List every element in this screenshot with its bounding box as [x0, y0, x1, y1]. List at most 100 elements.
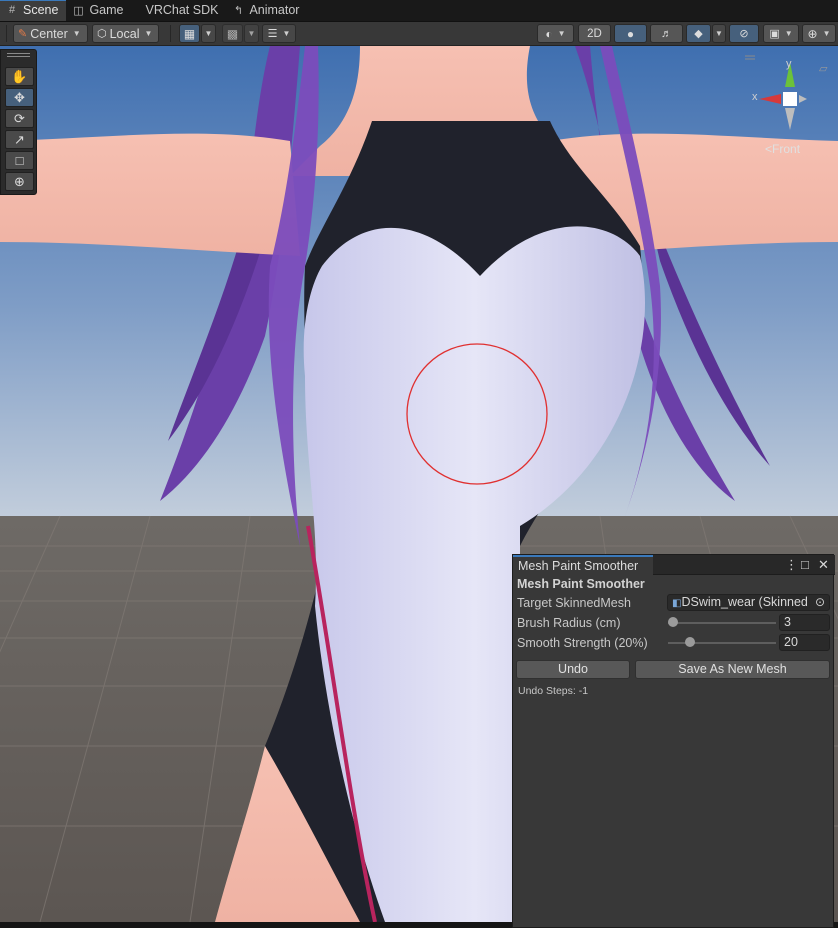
radius-slider-knob[interactable] — [668, 617, 679, 627]
undo-steps-text: Undo Steps: -1 — [518, 685, 589, 697]
object-picker-icon[interactable]: ⊙ — [815, 595, 825, 609]
strength-input[interactable]: 20 — [779, 634, 830, 651]
scene-toolbar: ✎ Center ▼ ⬡ Local ▼ ▦ ▼ ▩ ▼ ☰ ▼ ◐ ▼ 2D … — [0, 22, 838, 46]
increment-snap-icon: ▩ — [226, 26, 239, 41]
lighting-toggle[interactable]: ● — [614, 24, 647, 43]
radius-input[interactable]: 3 — [779, 614, 830, 631]
gizmo-center-cube[interactable] — [783, 92, 797, 106]
target-mesh-value: DSwim_wear (Skinned — [681, 595, 808, 609]
transform-icon: ⊕ — [14, 173, 25, 189]
mute-icon: ♬ — [661, 27, 672, 40]
toolbar-divider — [170, 25, 171, 42]
panel-header: Mesh Paint Smoother — [517, 577, 645, 591]
grid-icon: # — [8, 4, 16, 16]
window-tab[interactable]: Mesh Paint Smoother — [513, 555, 653, 575]
effects-toggle[interactable]: ◆ — [686, 24, 711, 43]
left-arm — [0, 133, 300, 256]
scale-tool-button[interactable]: ↗ — [5, 130, 34, 149]
gizmo-view-text: Front — [772, 142, 801, 156]
tools-palette: ✋ ✥ ⟳ ↗ □ ⊕ — [0, 49, 37, 195]
chevron-down-icon: ▼ — [715, 29, 723, 38]
animator-icon: ↰ — [233, 4, 244, 17]
editor-tab-bar: # Scene ◫ Game VRChat SDK ↰ Animator — [0, 0, 838, 22]
rotate-icon: ⟳ — [14, 110, 25, 126]
camera-icon: ▣ — [769, 28, 780, 40]
gizmo-lock-icon[interactable]: ▱ — [819, 63, 828, 75]
back-arrow-icon: < — [765, 142, 773, 156]
globe-icon: ⊕ — [807, 26, 818, 41]
radius-slider-track[interactable] — [668, 622, 776, 624]
pivot-label: Center — [30, 26, 68, 41]
drag-handle-icon[interactable] — [7, 53, 30, 57]
shading-mode-dropdown[interactable]: ◐ ▼ — [537, 24, 574, 43]
window-tab-bar: Mesh Paint Smoother ⋮ □ ✕ — [513, 555, 835, 575]
gizmo-y-label: y — [786, 58, 792, 70]
increment-snap-menu[interactable]: ▼ — [244, 24, 259, 43]
chevron-down-icon: ▼ — [822, 29, 831, 38]
target-label: Target SkinnedMesh — [517, 596, 631, 610]
rotation-dropdown[interactable]: ⬡ Local ▼ — [92, 24, 159, 43]
chevron-down-icon: ▼ — [72, 29, 81, 38]
grid-visibility-dropdown[interactable]: ☰ ▼ — [262, 24, 296, 43]
radius-label: Brush Radius (cm) — [517, 616, 621, 630]
move-icon: ✥ — [14, 89, 25, 105]
move-tool-button[interactable]: ✥ — [5, 88, 34, 107]
chevron-down-icon: ▼ — [282, 29, 291, 38]
gizmos-dropdown[interactable]: ⊕ ▼ — [802, 24, 836, 43]
rotation-label: Local — [109, 26, 140, 41]
undo-button[interactable]: Undo — [516, 660, 630, 679]
pivot-dropdown[interactable]: ✎ Center ▼ — [13, 24, 88, 43]
tab-scene[interactable]: # Scene — [0, 0, 67, 21]
save-as-new-mesh-button[interactable]: Save As New Mesh — [635, 660, 830, 679]
grid-snap-button[interactable]: ▦ — [179, 24, 200, 43]
rect-tool-button[interactable]: □ — [5, 151, 34, 170]
ruler-icon: ☰ — [267, 28, 278, 40]
z-axis-cone[interactable] — [785, 108, 795, 130]
more-options-icon[interactable]: ⋮ — [785, 557, 798, 573]
maximize-icon[interactable]: □ — [801, 557, 809, 572]
tab-vrchat-sdk[interactable]: VRChat SDK — [132, 0, 227, 21]
strength-slider-knob[interactable] — [684, 637, 695, 647]
unity-editor: # Scene ◫ Game VRChat SDK ↰ Animator ✎ C… — [0, 0, 838, 928]
toggle-2d-label: 2D — [587, 27, 602, 40]
shading-sphere-icon: ◐ — [545, 26, 553, 41]
neg-x-cone[interactable] — [799, 95, 807, 103]
hand-tool-button[interactable]: ✋ — [5, 67, 34, 86]
tab-animator-label: Animator — [249, 3, 300, 17]
toggle-2d-button[interactable]: 2D — [578, 24, 611, 43]
gizmo-view-label[interactable]: <Front — [765, 142, 800, 156]
target-mesh-field[interactable]: ◧DSwim_wear (Skinned — [667, 594, 830, 611]
increment-snap-button[interactable]: ▩ — [222, 24, 243, 43]
chevron-down-icon: ▼ — [144, 29, 153, 38]
gizmo-x-label: x — [752, 91, 758, 103]
hidden-eye-icon: ⊘ — [739, 28, 749, 40]
visibility-toggle[interactable]: ⊘ — [729, 24, 759, 43]
hand-icon: ✋ — [11, 68, 28, 84]
audio-toggle[interactable]: ♬ — [650, 24, 683, 43]
grid-snap-menu[interactable]: ▼ — [201, 24, 216, 43]
close-icon[interactable]: ✕ — [818, 557, 829, 573]
tab-game[interactable]: ◫ Game — [66, 0, 131, 21]
orientation-gizmo[interactable]: ▱ y x <Front — [745, 50, 835, 160]
lightbulb-icon: ● — [626, 26, 635, 41]
chevron-down-icon: ▼ — [557, 29, 566, 38]
strength-label: Smooth Strength (20%) — [517, 636, 648, 650]
tab-animator[interactable]: ↰ Animator — [226, 0, 307, 21]
chevron-down-icon: ▼ — [247, 29, 256, 38]
toolbar-divider — [6, 25, 7, 42]
rotate-tool-button[interactable]: ⟳ — [5, 109, 34, 128]
transform-tool-button[interactable]: ⊕ — [5, 172, 34, 191]
x-axis-cone[interactable] — [759, 94, 781, 104]
layers-icon: ◆ — [694, 28, 703, 40]
gamepad-icon: ◫ — [73, 4, 84, 17]
effects-menu[interactable]: ▼ — [712, 24, 726, 43]
tab-vrchat-sdk-label: VRChat SDK — [145, 3, 219, 17]
rect-icon: □ — [15, 153, 24, 168]
tab-game-label: Game — [89, 3, 124, 17]
tab-scene-label: Scene — [23, 3, 59, 17]
scale-icon: ↗ — [14, 131, 25, 147]
cube-icon: ⬡ — [97, 28, 107, 40]
pivot-icon: ✎ — [18, 28, 28, 40]
camera-dropdown[interactable]: ▣ ▼ — [763, 24, 799, 43]
chevron-down-icon: ▼ — [204, 29, 213, 38]
